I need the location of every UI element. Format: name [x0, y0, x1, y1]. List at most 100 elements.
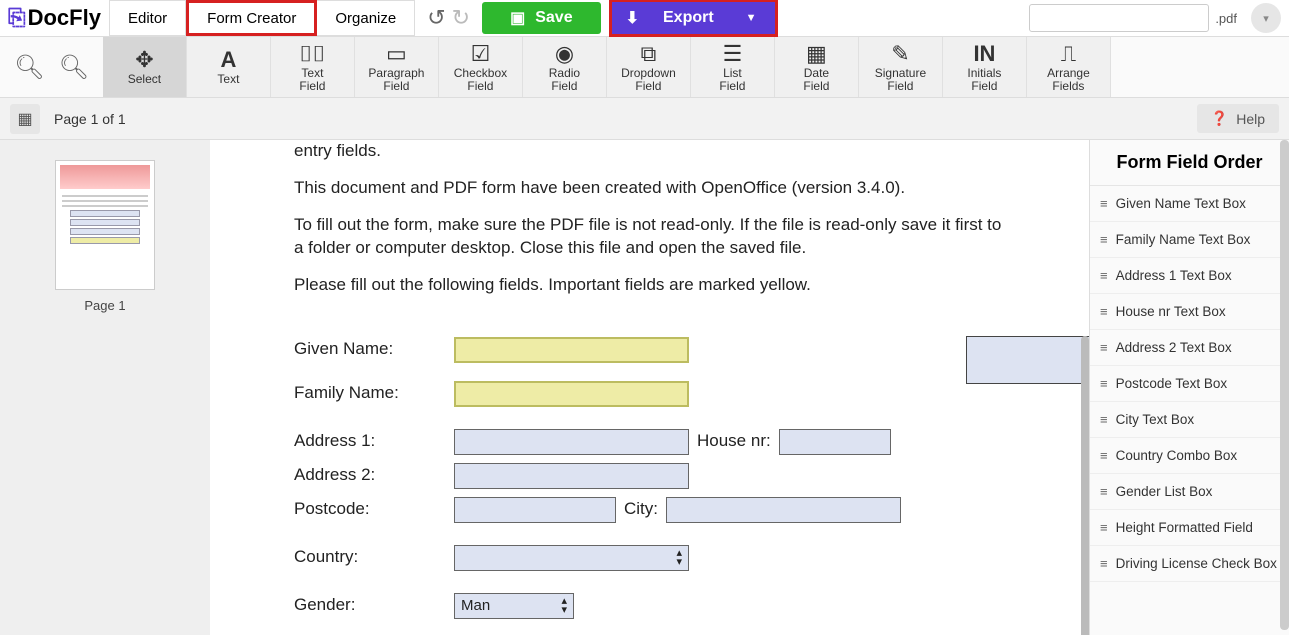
- field-country[interactable]: ▴▾: [454, 545, 689, 571]
- label-country: Country:: [294, 546, 454, 569]
- checkbox-icon: ☑: [471, 41, 491, 67]
- field-order-item[interactable]: ≡House nr Text Box: [1090, 294, 1289, 330]
- tool-paragraph-field[interactable]: ▭Paragraph Field: [355, 37, 439, 97]
- help-label: Help: [1236, 111, 1265, 127]
- save-button[interactable]: ▣ Save: [482, 2, 601, 34]
- window-scrollbar[interactable]: [1280, 140, 1289, 630]
- field-city[interactable]: [666, 497, 901, 523]
- tool-signature-field-label: Signature Field: [875, 67, 926, 93]
- gender-value: Man: [461, 596, 490, 616]
- tool-dropdown-field-label: Dropdown Field: [621, 67, 676, 93]
- tool-text-field[interactable]: ⌷⌷Text Field: [271, 37, 355, 97]
- tool-date-field[interactable]: ▦Date Field: [775, 37, 859, 97]
- field-lone-box[interactable]: [966, 336, 1089, 384]
- tool-text[interactable]: AText: [187, 37, 271, 97]
- label-given-name: Given Name:: [294, 338, 454, 361]
- combo-arrows-icon: ▴▾: [561, 597, 567, 615]
- thumbnail-caption: Page 1: [84, 298, 125, 313]
- initials-icon: IN: [973, 41, 995, 67]
- page-indicator: Page 1 of 1: [54, 111, 126, 127]
- field-house-nr[interactable]: [779, 429, 891, 455]
- field-gender[interactable]: Man ▴▾: [454, 593, 574, 619]
- tool-select-label: Select: [128, 73, 161, 86]
- thumbnails-toggle[interactable]: ▦: [10, 104, 40, 134]
- text-icon: A: [220, 47, 236, 73]
- move-icon: ✥: [135, 47, 153, 73]
- field-order-label: Gender List Box: [1116, 484, 1213, 499]
- tool-arrange-fields[interactable]: ⎍Arrange Fields: [1027, 37, 1111, 97]
- drag-icon: ≡: [1100, 524, 1108, 532]
- tool-checkbox-field[interactable]: ☑Checkbox Field: [439, 37, 523, 97]
- thumbnail-panel: Page 1: [0, 140, 210, 635]
- drag-icon: ≡: [1100, 380, 1108, 388]
- field-order-item[interactable]: ≡Gender List Box: [1090, 474, 1289, 510]
- field-family-name[interactable]: [454, 381, 689, 407]
- help-button[interactable]: ❓ Help: [1197, 104, 1279, 133]
- field-order-label: Address 1 Text Box: [1116, 268, 1232, 283]
- export-button[interactable]: ⬇ Export ▼: [612, 2, 775, 34]
- redo-button[interactable]: ↻: [452, 5, 470, 31]
- tool-initials-field[interactable]: INInitials Field: [943, 37, 1027, 97]
- label-postcode: Postcode:: [294, 498, 454, 521]
- label-house-nr: House nr:: [697, 430, 771, 453]
- field-order-item[interactable]: ≡ Address 2 Text Box: [1090, 330, 1289, 366]
- zoom-out-button[interactable]: 🔍︎: [14, 53, 44, 82]
- drag-icon: ≡: [1100, 344, 1108, 352]
- tool-list-field[interactable]: ☰List Field: [691, 37, 775, 97]
- document-scrollbar[interactable]: [1081, 336, 1089, 635]
- field-order-item[interactable]: ≡Given Name Text Box: [1090, 186, 1289, 222]
- doc-text: To fill out the form, make sure the PDF …: [294, 214, 1005, 260]
- field-postcode[interactable]: [454, 497, 616, 523]
- tool-select[interactable]: ✥Select: [103, 37, 187, 97]
- field-given-name[interactable]: [454, 337, 689, 363]
- chevron-down-icon: ▾: [1263, 12, 1269, 25]
- field-address2[interactable]: [454, 463, 689, 489]
- tab-organize[interactable]: Organize: [317, 0, 415, 36]
- field-order-item[interactable]: ≡ Height Formatted Field: [1090, 510, 1289, 546]
- signature-icon: ✎: [891, 41, 909, 67]
- field-order-item[interactable]: ≡Address 1 Text Box: [1090, 258, 1289, 294]
- filename-input[interactable]: [1029, 4, 1209, 32]
- help-icon: ❓: [1211, 110, 1228, 127]
- drag-icon: ≡: [1100, 452, 1108, 460]
- save-icon: ▣: [510, 8, 525, 28]
- field-address1[interactable]: [454, 429, 689, 455]
- tab-form-creator[interactable]: Form Creator: [186, 0, 317, 36]
- doc-text: entry fields.: [294, 140, 1005, 163]
- chevron-down-icon[interactable]: ▼: [738, 12, 765, 24]
- tool-radio-field[interactable]: ◉Radio Field: [523, 37, 607, 97]
- page-thumbnail-1[interactable]: [55, 160, 155, 290]
- tool-text-label: Text: [217, 73, 239, 86]
- field-order-label: Address 2 Text Box: [1116, 340, 1232, 355]
- settings-button[interactable]: ▾: [1251, 3, 1281, 33]
- drag-icon: ≡: [1100, 200, 1108, 208]
- field-order-item[interactable]: ≡Family Name Text Box: [1090, 222, 1289, 258]
- undo-button[interactable]: ↺: [427, 5, 445, 31]
- drag-icon: ≡: [1100, 416, 1108, 424]
- download-icon: ⬇: [626, 8, 639, 28]
- tool-radio-field-label: Radio Field: [549, 67, 580, 93]
- field-order-label: Height Formatted Field: [1116, 520, 1253, 535]
- field-order-item[interactable]: ≡ Postcode Text Box: [1090, 366, 1289, 402]
- field-order-label: Country Combo Box: [1116, 448, 1238, 463]
- field-order-item[interactable]: ≡Driving License Check Box: [1090, 546, 1289, 582]
- tab-organize-label: Organize: [335, 10, 396, 27]
- field-order-label: Postcode Text Box: [1116, 376, 1228, 391]
- list-icon: ☰: [723, 41, 743, 67]
- file-extension: .pdf: [1209, 11, 1243, 26]
- radio-icon: ◉: [555, 41, 574, 67]
- field-order-item[interactable]: ≡City Text Box: [1090, 402, 1289, 438]
- dropdown-icon: ⧉: [641, 41, 657, 67]
- tool-date-field-label: Date Field: [803, 67, 829, 93]
- zoom-in-button[interactable]: 🔍︎: [58, 53, 88, 82]
- logo: ⎘ DocFly: [0, 5, 109, 31]
- tab-editor[interactable]: Editor: [109, 0, 186, 36]
- text-field-icon: ⌷⌷: [299, 41, 325, 67]
- logo-text: DocFly: [28, 5, 101, 31]
- tool-signature-field[interactable]: ✎Signature Field: [859, 37, 943, 97]
- tool-paragraph-field-label: Paragraph Field: [368, 67, 424, 93]
- label-family-name: Family Name:: [294, 382, 454, 405]
- drag-icon: ≡: [1100, 308, 1108, 316]
- field-order-item[interactable]: ≡ Country Combo Box: [1090, 438, 1289, 474]
- tool-dropdown-field[interactable]: ⧉Dropdown Field: [607, 37, 691, 97]
